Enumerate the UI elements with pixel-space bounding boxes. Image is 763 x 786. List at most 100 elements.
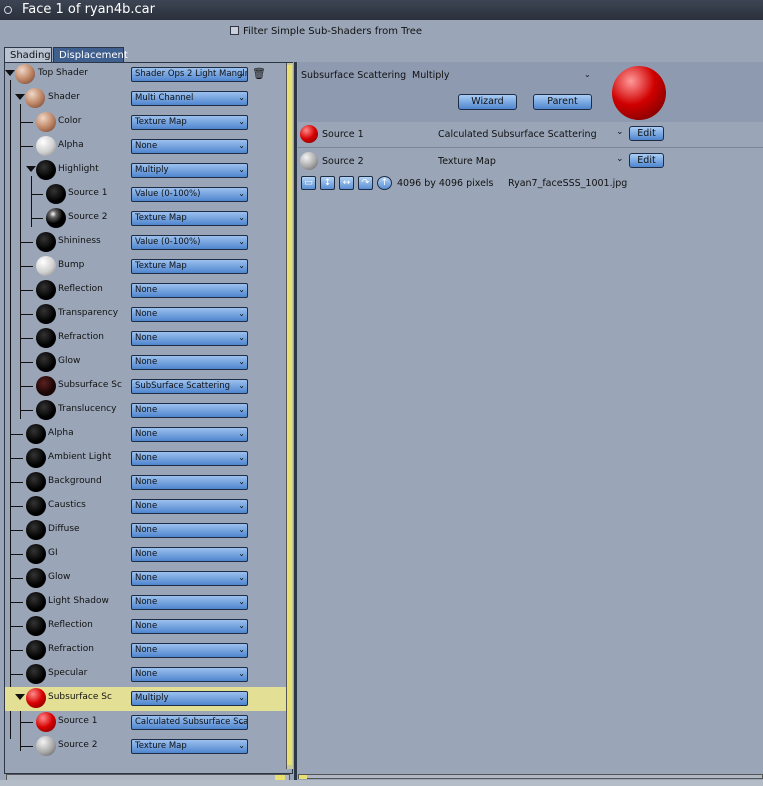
panel-divider[interactable]	[294, 62, 297, 780]
tree-row-glow[interactable]: Glow None ⌄	[5, 351, 286, 375]
scrollbar-thumb[interactable]	[299, 775, 307, 779]
shader-type-dropdown[interactable]: Calculated Subsurface Scat ⌄	[131, 715, 248, 730]
shader-preview-ball-icon	[36, 136, 56, 156]
tree-row-shininess[interactable]: Shininess Value (0-100%) ⌄	[5, 231, 286, 255]
dropdown-value: Texture Map	[135, 117, 187, 127]
dropdown-value: Value (0-100%)	[135, 189, 201, 199]
tree-row-label: Transparency	[58, 308, 119, 318]
tree-row-specular[interactable]: Specular None ⌄	[5, 663, 286, 687]
tree-row-subsurface-scattering[interactable]: Subsurface Sc SubSurface Scattering ⌄	[5, 375, 286, 399]
shader-type-dropdown[interactable]: Texture Map ⌄	[131, 259, 248, 274]
tree-row-gi[interactable]: GI None ⌄	[5, 543, 286, 567]
tree-row-transparency[interactable]: Transparency None ⌄	[5, 303, 286, 327]
tree-row-reflection-top[interactable]: Reflection None ⌄	[5, 615, 286, 639]
tree-row-color[interactable]: Color Texture Map ⌄	[5, 111, 286, 135]
shader-type-dropdown[interactable]: Value (0-100%) ⌄	[131, 187, 248, 202]
expand-triangle-icon[interactable]	[26, 166, 36, 172]
shader-type-dropdown[interactable]: None ⌄	[131, 451, 248, 466]
shader-type-dropdown[interactable]: SubSurface Scattering ⌄	[131, 379, 248, 394]
expand-triangle-icon[interactable]	[15, 94, 25, 100]
shader-type-dropdown[interactable]: None ⌄	[131, 307, 248, 322]
title-bar[interactable]: Face 1 of ryan4b.car	[0, 0, 763, 20]
tab-shading[interactable]: Shading	[4, 47, 52, 62]
window-menu-icon[interactable]	[4, 6, 12, 14]
shader-type-dropdown[interactable]: Multiply ⌄	[131, 691, 248, 706]
shader-type-dropdown[interactable]: None ⌄	[131, 523, 248, 538]
shader-type-dropdown[interactable]: None ⌄	[131, 139, 248, 154]
flip-vertical-icon[interactable]: ↕	[320, 176, 335, 190]
tree-row-background[interactable]: Background None ⌄	[5, 471, 286, 495]
flip-horizontal-icon[interactable]: ↔	[339, 176, 354, 190]
shader-type-dropdown[interactable]: None ⌄	[131, 571, 248, 586]
tree-row-refraction-top[interactable]: Refraction None ⌄	[5, 639, 286, 663]
tree-row-alpha-top[interactable]: Alpha None ⌄	[5, 423, 286, 447]
tree-row-diffuse[interactable]: Diffuse None ⌄	[5, 519, 286, 543]
tree-row-sss-source-1[interactable]: Source 1 Calculated Subsurface Scat ⌄	[5, 711, 286, 735]
shader-preview-ball-icon	[36, 232, 56, 252]
tree-vertical-scrollbar[interactable]	[286, 63, 293, 769]
shader-type-dropdown[interactable]: None ⌄	[131, 331, 248, 346]
tree-row-label: Background	[48, 476, 102, 486]
tree-row-caustics[interactable]: Caustics None ⌄	[5, 495, 286, 519]
shader-type-dropdown[interactable]: None ⌄	[131, 499, 248, 514]
shader-type-dropdown[interactable]: Texture Map ⌄	[131, 211, 248, 226]
tree-row-light-shadow[interactable]: Light Shadow None ⌄	[5, 591, 286, 615]
shader-type-dropdown[interactable]: None ⌄	[131, 427, 248, 442]
arrow-up-icon[interactable]: ↑	[377, 176, 392, 190]
shader-type-dropdown[interactable]: Texture Map ⌄	[131, 739, 248, 754]
source-row-2[interactable]: Source 2 Texture Map ⌄ Edit	[298, 150, 763, 174]
tree-row-highlight-source-2[interactable]: Source 2 Texture Map ⌄	[5, 207, 286, 231]
dropdown-value: Value (0-100%)	[135, 237, 201, 247]
tree-row-reflection[interactable]: Reflection None ⌄	[5, 279, 286, 303]
shader-type-dropdown[interactable]: Multi Channel ⌄	[131, 91, 248, 106]
tree-row-ambient-light[interactable]: Ambient Light None ⌄	[5, 447, 286, 471]
chevron-down-icon: ⌄	[238, 117, 245, 126]
shader-type-dropdown[interactable]: None ⌄	[131, 355, 248, 370]
shader-type-dropdown[interactable]: None ⌄	[131, 283, 248, 298]
tree-row-glow-top[interactable]: Glow None ⌄	[5, 567, 286, 591]
tree-row-highlight-source-1[interactable]: Source 1 Value (0-100%) ⌄	[5, 183, 286, 207]
tab-displacement[interactable]: Displacement	[53, 47, 128, 62]
parent-button[interactable]: Parent	[533, 94, 592, 110]
scrollbar-thumb[interactable]	[287, 65, 292, 765]
folder-open-icon[interactable]: ▭	[301, 176, 316, 190]
tree-row-sss-source-2[interactable]: Source 2 Texture Map ⌄	[5, 735, 286, 759]
chevron-down-icon[interactable]: ⌄	[616, 154, 624, 164]
tree-row-highlight[interactable]: Highlight Multiply ⌄	[5, 159, 286, 183]
chevron-down-icon[interactable]: ⌄	[584, 70, 591, 79]
tree-row-shader[interactable]: Shader Multi Channel ⌄	[5, 87, 286, 111]
shader-type-dropdown[interactable]: None ⌄	[131, 475, 248, 490]
tree-row-bump[interactable]: Bump Texture Map ⌄	[5, 255, 286, 279]
tree-row-subsurface-sc-selected[interactable]: Subsurface Sc Multiply ⌄	[5, 687, 286, 711]
tree-line	[11, 602, 23, 603]
filter-simple-subshaders-checkbox[interactable]: Filter Simple Sub-Shaders from Tree	[230, 26, 422, 38]
shader-type-dropdown[interactable]: Texture Map ⌄	[131, 115, 248, 130]
edit-button[interactable]: Edit	[629, 153, 664, 168]
shader-type-dropdown[interactable]: None ⌄	[131, 403, 248, 418]
tree-row-translucency[interactable]: Translucency None ⌄	[5, 399, 286, 423]
shader-preview-ball-icon	[36, 256, 56, 276]
detail-horizontal-scrollbar[interactable]	[298, 774, 763, 779]
rotate-icon[interactable]: ↷	[358, 176, 373, 190]
checkbox-icon[interactable]	[230, 26, 239, 35]
source-row-1[interactable]: Source 1 Calculated Subsurface Scatterin…	[298, 123, 763, 147]
shader-type-dropdown[interactable]: Multiply ⌄	[131, 163, 248, 178]
window-bottom-edge	[0, 780, 763, 786]
shader-type-dropdown[interactable]: Value (0-100%) ⌄	[131, 235, 248, 250]
shader-type-dropdown[interactable]: None ⌄	[131, 547, 248, 562]
wizard-button[interactable]: Wizard	[458, 94, 517, 110]
detail-shader-name: Subsurface Scattering	[301, 70, 407, 81]
tree-row-top-shader[interactable]: Top Shader Shader Ops 2 Light Manglr ⌄ 🗑	[5, 63, 286, 87]
expand-triangle-icon[interactable]	[5, 70, 15, 76]
tree-row-alpha[interactable]: Alpha None ⌄	[5, 135, 286, 159]
shader-type-dropdown[interactable]: None ⌄	[131, 643, 248, 658]
shader-type-dropdown[interactable]: Shader Ops 2 Light Manglr ⌄	[131, 67, 248, 82]
tree-row-refraction[interactable]: Refraction None ⌄	[5, 327, 286, 351]
shader-type-dropdown[interactable]: None ⌄	[131, 595, 248, 610]
trash-icon[interactable]: 🗑	[252, 67, 266, 80]
shader-type-dropdown[interactable]: None ⌄	[131, 667, 248, 682]
expand-triangle-icon[interactable]	[15, 694, 25, 700]
edit-button[interactable]: Edit	[629, 126, 664, 141]
shader-type-dropdown[interactable]: None ⌄	[131, 619, 248, 634]
chevron-down-icon[interactable]: ⌄	[616, 127, 624, 137]
